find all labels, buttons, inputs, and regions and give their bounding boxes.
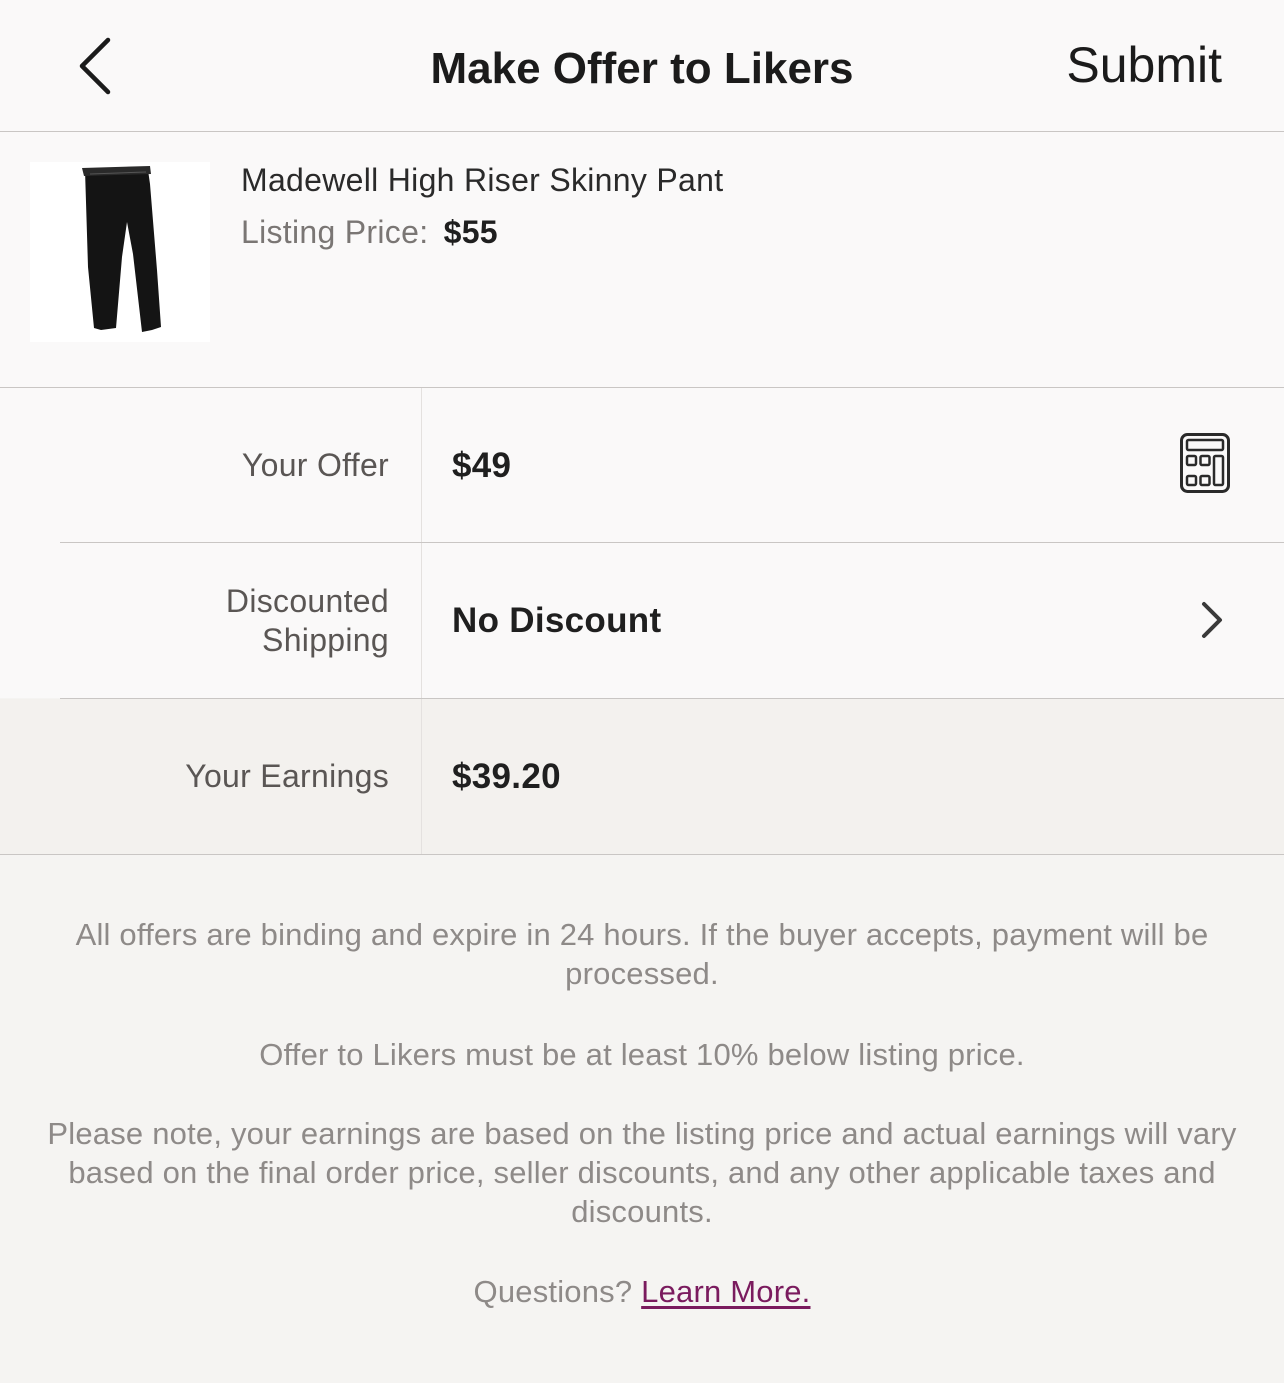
earnings-disclaimer: Please note, your earnings are based on …	[47, 1116, 1237, 1229]
offer-input[interactable]: $49	[452, 388, 511, 543]
binding-note: All offers are binding and expire in 24 …	[75, 917, 1209, 991]
column-divider	[421, 543, 422, 698]
earnings-label: Your Earnings	[185, 758, 389, 794]
listing-price: Listing Price: $55	[241, 214, 498, 251]
offer-row[interactable]: Your Offer $49	[0, 388, 1284, 543]
nav-header: Make Offer to Likers Submit	[0, 0, 1284, 132]
chevron-right-icon	[1202, 602, 1222, 638]
shipping-value[interactable]: No Discount	[452, 543, 661, 698]
calculator-button[interactable]	[1179, 432, 1231, 494]
column-divider	[421, 388, 422, 543]
chevron-left-icon	[79, 37, 111, 95]
pants-image	[82, 166, 161, 332]
shipping-label: Discounted Shipping	[0, 543, 389, 698]
earnings-row: Your Earnings $39.20	[0, 699, 1284, 855]
learn-more-link[interactable]: Learn More.	[641, 1274, 810, 1309]
column-divider	[421, 699, 422, 854]
offer-form: Your Offer $49 Discounted Shipping No Di…	[0, 388, 1284, 698]
shipping-chevron-button[interactable]	[1196, 598, 1228, 642]
questions-row: Questions? Learn More.	[0, 1272, 1284, 1311]
shipping-label-line2: Shipping	[262, 621, 389, 658]
back-button[interactable]	[70, 30, 130, 100]
calculator-icon	[1180, 433, 1230, 493]
offer-label: Your Offer	[241, 447, 389, 483]
min-discount-note: Offer to Likers must be at least 10% bel…	[259, 1037, 1025, 1072]
submit-button[interactable]: Submit	[1066, 36, 1222, 94]
listing-price-value: $55	[443, 214, 498, 250]
shipping-label-line1: Discounted	[225, 582, 389, 619]
shipping-row[interactable]: Discounted Shipping No Discount	[0, 543, 1284, 698]
listing-price-label: Listing Price:	[241, 214, 429, 250]
listing-summary: Madewell High Riser Skinny Pant Listing …	[0, 132, 1284, 388]
earnings-value: $39.20	[452, 756, 561, 796]
questions-text: Questions?	[473, 1274, 633, 1309]
listing-name: Madewell High Riser Skinny Pant	[241, 162, 724, 198]
listing-thumbnail	[30, 162, 210, 342]
